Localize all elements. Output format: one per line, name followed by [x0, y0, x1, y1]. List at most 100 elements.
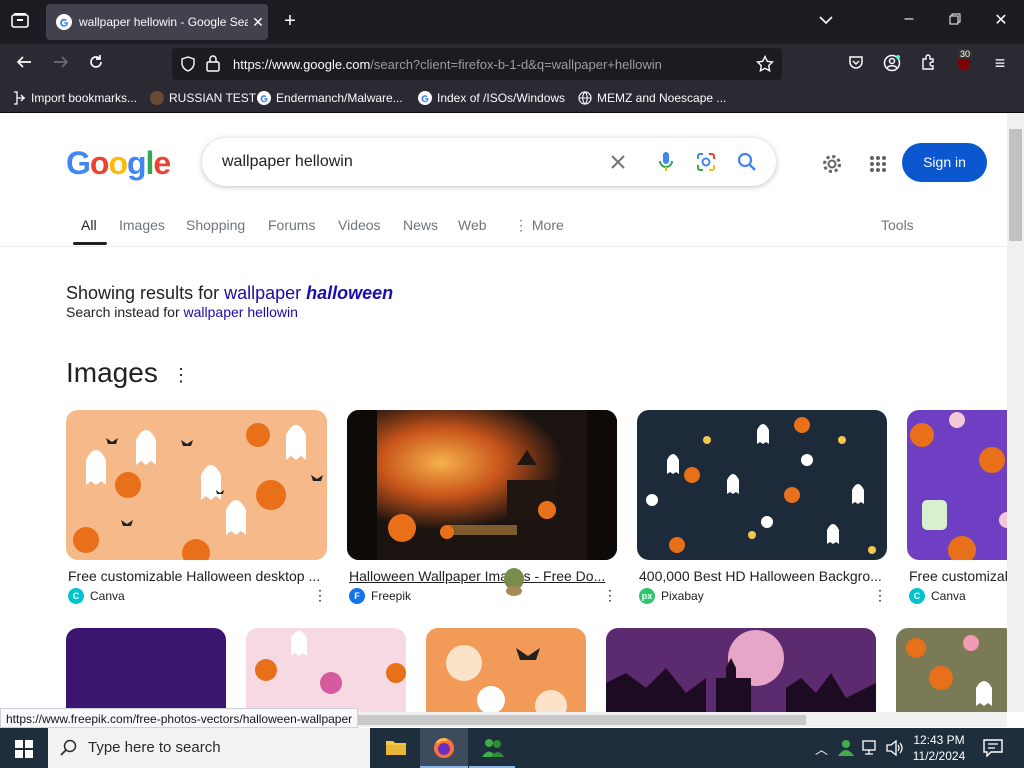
- tab-more-label: More: [531, 217, 564, 233]
- reload-icon[interactable]: [85, 54, 107, 75]
- result-options-icon[interactable]: ⋮: [603, 587, 617, 604]
- taskbar-search-box[interactable]: Type here to search: [48, 728, 370, 768]
- tab-news[interactable]: News: [403, 217, 438, 233]
- close-tab-icon[interactable]: ✕: [248, 14, 268, 31]
- freepik-logo-icon: F: [349, 588, 365, 604]
- search-icon[interactable]: [737, 152, 757, 172]
- network-icon[interactable]: [862, 740, 880, 756]
- tab-images[interactable]: Images: [119, 217, 165, 233]
- result-options-icon[interactable]: ⋮: [873, 587, 887, 604]
- image-result-6[interactable]: [246, 628, 406, 712]
- result-title[interactable]: Free customizable Halloween desktop ...: [68, 568, 326, 584]
- menu-hamburger-icon[interactable]: ≡: [989, 53, 1011, 74]
- shield-icon[interactable]: [180, 56, 196, 72]
- forward-icon[interactable]: [50, 54, 72, 75]
- firefox-taskbar-button[interactable]: [420, 728, 468, 768]
- bookmark-memz[interactable]: MEMZ and Noescape ...: [578, 91, 726, 105]
- bookmark-star-icon[interactable]: [756, 55, 774, 73]
- address-bar[interactable]: https://www.google.com/search?client=fir…: [172, 48, 782, 80]
- result-title[interactable]: 400,000 Best HD Halloween Backgro...: [639, 568, 887, 584]
- bookmark-endermanch[interactable]: Endermanch/Malware...: [257, 91, 403, 105]
- sign-in-button[interactable]: Sign in: [902, 143, 987, 182]
- tab-forums[interactable]: Forums: [268, 217, 315, 233]
- pocket-icon[interactable]: [845, 54, 867, 75]
- result-title[interactable]: Halloween Wallpaper Images - Free Do...: [349, 568, 611, 584]
- image-result-2[interactable]: [347, 410, 617, 560]
- volume-icon[interactable]: [886, 740, 904, 756]
- firefox-view-icon[interactable]: [8, 12, 32, 32]
- new-tab-icon[interactable]: +: [279, 10, 301, 33]
- lens-camera-icon[interactable]: [696, 152, 716, 172]
- showing-prefix: Showing results for: [66, 283, 225, 303]
- search-box[interactable]: wallpaper hellowin: [202, 138, 776, 186]
- halloween-image: [347, 410, 617, 560]
- bookmarks-toolbar: Import bookmarks... RUSSIAN TEST Enderma…: [0, 84, 1024, 113]
- search-query[interactable]: wallpaper hellowin: [222, 153, 353, 171]
- image-result-7[interactable]: [426, 628, 586, 712]
- tab-list-chevron-icon[interactable]: [815, 12, 837, 30]
- search-instead: Search instead for wallpaper hellowin: [66, 304, 298, 320]
- bookmark-isos[interactable]: Index of /ISOs/Windows: [418, 91, 565, 105]
- tray-users-icon[interactable]: [837, 739, 855, 757]
- windows-taskbar: Type here to search ︿ 12:43 PM 11/2/2024: [0, 728, 1024, 768]
- corrected-bold: halloween: [306, 283, 394, 303]
- result-options-icon[interactable]: ⋮: [313, 587, 327, 604]
- bookmark-russian-test[interactable]: RUSSIAN TEST: [150, 91, 256, 105]
- image-result-1[interactable]: [66, 410, 327, 560]
- tab-all[interactable]: All: [81, 217, 97, 233]
- ublock-icon[interactable]: 30: [953, 49, 975, 77]
- google-favicon-icon: [257, 91, 271, 105]
- clear-search-icon[interactable]: [610, 154, 626, 170]
- result-source[interactable]: C Canva: [68, 588, 125, 604]
- result-source[interactable]: px Pixabay: [639, 588, 704, 604]
- tab-shopping[interactable]: Shopping: [186, 217, 245, 233]
- images-heading: Images: [66, 357, 158, 388]
- extensions-icon[interactable]: [917, 54, 939, 75]
- notification-center-icon[interactable]: [983, 739, 1003, 757]
- tray-overflow-chevron-icon[interactable]: ︿: [815, 739, 828, 758]
- image-result-3[interactable]: [637, 410, 887, 560]
- result-title[interactable]: Free customizab: [909, 568, 1007, 584]
- image-result-8[interactable]: [606, 628, 876, 712]
- tab-web[interactable]: Web: [458, 217, 487, 233]
- halloween-image: [906, 635, 992, 706]
- link-status-url: https://www.freepik.com/free-photos-vect…: [0, 708, 359, 728]
- minimize-icon[interactable]: –: [898, 10, 920, 28]
- halloween-image: [606, 630, 876, 712]
- extension-badge: 30: [958, 49, 973, 59]
- tab-videos[interactable]: Videos: [338, 217, 381, 233]
- back-icon[interactable]: [13, 54, 35, 75]
- original-query-link[interactable]: wallpaper hellowin: [184, 304, 298, 320]
- desktop-pet-sprite-icon: [504, 568, 524, 596]
- maximize-icon[interactable]: [944, 12, 966, 30]
- apps-grid-icon[interactable]: [869, 155, 887, 173]
- vertical-scrollbar[interactable]: [1007, 113, 1024, 712]
- tab-more[interactable]: ⋮ More: [514, 217, 564, 234]
- microphone-icon[interactable]: [658, 151, 674, 173]
- system-clock[interactable]: 12:43 PM 11/2/2024: [910, 732, 968, 764]
- url-text[interactable]: https://www.google.com/search?client=fir…: [233, 57, 662, 72]
- bookmark-import[interactable]: Import bookmarks...: [12, 91, 137, 105]
- settings-gear-icon[interactable]: [821, 153, 843, 175]
- image-result-4[interactable]: [907, 410, 1007, 560]
- halloween-image: [446, 645, 567, 712]
- google-favicon-icon: [56, 14, 72, 30]
- image-result-9[interactable]: [896, 628, 1007, 712]
- account-icon[interactable]: [881, 54, 903, 77]
- result-source[interactable]: C Canva: [909, 588, 966, 604]
- result-source[interactable]: F Freepik: [349, 588, 411, 604]
- windows-start-icon[interactable]: [15, 740, 33, 758]
- image-result-5[interactable]: [66, 628, 226, 712]
- url-host: https://www.google.com: [233, 57, 371, 72]
- app-taskbar-button[interactable]: [469, 728, 515, 768]
- active-tab[interactable]: wallpaper hellowin - Google Search ✕: [46, 4, 268, 40]
- globe-icon: [578, 91, 592, 105]
- tools-button[interactable]: Tools: [881, 217, 914, 233]
- corrected-query-link[interactable]: wallpaper halloween: [224, 283, 393, 303]
- scrollbar-thumb[interactable]: [1009, 129, 1022, 241]
- images-options-icon[interactable]: ⋮: [172, 365, 190, 386]
- file-explorer-taskbar-button[interactable]: [373, 728, 419, 768]
- lock-icon[interactable]: [206, 55, 220, 72]
- google-logo[interactable]: Google: [66, 145, 171, 182]
- close-window-icon[interactable]: ✕: [990, 10, 1012, 30]
